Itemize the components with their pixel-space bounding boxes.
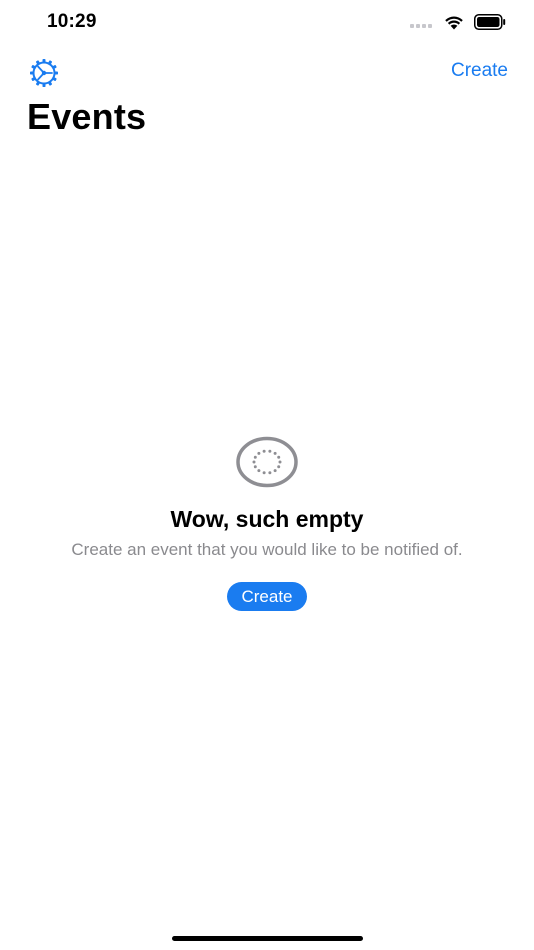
status-icons (410, 14, 506, 30)
empty-icon-dot (277, 465, 281, 469)
empty-icon-dot (277, 455, 281, 459)
empty-icon-dot (278, 460, 282, 464)
empty-icon-dot (257, 469, 261, 473)
status-time: 10:29 (47, 11, 97, 32)
empty-title: Wow, such empty (170, 506, 364, 532)
page-title: Events (27, 96, 147, 137)
signal-icon (410, 24, 432, 28)
home-indicator (172, 936, 363, 941)
empty-subtitle: Create an event that you would like to b… (71, 540, 463, 559)
empty-circle-icon (236, 436, 298, 488)
empty-icon-dot (253, 465, 257, 469)
empty-icon-dot (252, 460, 256, 464)
empty-icon-dot (257, 451, 261, 455)
settings-button[interactable] (27, 56, 61, 90)
empty-icon-dot (268, 449, 272, 453)
gear-icon (30, 59, 58, 87)
empty-icon-dot (273, 469, 277, 473)
navigation-bar: Create (0, 52, 534, 92)
status-bar: 10:29 (0, 0, 534, 48)
empty-icon-dot (253, 455, 257, 459)
empty-icon-dot (262, 471, 266, 475)
wifi-icon (445, 16, 463, 29)
empty-state: Wow, such empty Create an event that you… (0, 436, 534, 611)
battery-icon (474, 14, 506, 30)
empty-icon-dot (268, 471, 272, 475)
create-nav-button[interactable]: Create (451, 60, 508, 82)
create-event-button[interactable]: Create (227, 582, 307, 611)
empty-icon-dot (273, 451, 277, 455)
empty-icon-dot (262, 449, 266, 453)
